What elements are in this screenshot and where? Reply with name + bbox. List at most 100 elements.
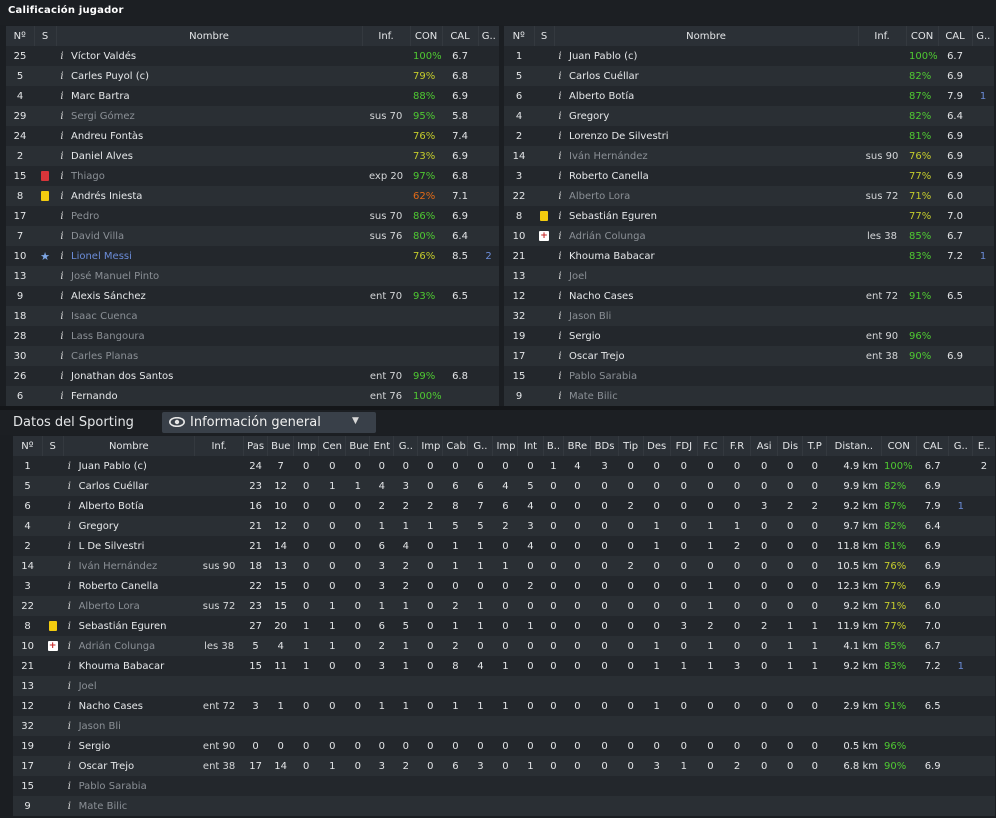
- player-row[interactable]: 4 i Marc Bartra 88% 6.9: [6, 86, 500, 106]
- player-row[interactable]: 32 i Jason Bli: [504, 306, 995, 326]
- stat-col-header[interactable]: BRe: [563, 436, 592, 456]
- info-icon[interactable]: i: [554, 226, 566, 246]
- player-row[interactable]: 5 i Carlos Cuéllar 82% 6.9: [504, 66, 995, 86]
- player-name[interactable]: David Villa: [68, 226, 362, 246]
- info-icon[interactable]: i: [554, 126, 566, 146]
- stat-col-header[interactable]: F.C: [697, 436, 724, 456]
- player-name[interactable]: Pedro: [68, 206, 362, 226]
- player-row[interactable]: 13 i José Manuel Pinto: [6, 266, 500, 286]
- stats-row[interactable]: 8 i Sebastián Eguren 27 20 1 1 0 6 5 0 1 1 0 1 0 0 0 0 0 3 2 0…: [13, 616, 995, 636]
- stat-col-header[interactable]: Bue: [345, 436, 371, 456]
- col-header-con[interactable]: CON: [410, 26, 443, 46]
- stats-row[interactable]: 2 iL De Silvestri 21 14 0 0 0 6 4 0 1 1 0 4 0 0 0 0 1 0 1 2 0 0…: [13, 536, 995, 556]
- player-row[interactable]: 17 i Oscar Trejo ent 38 90% 6.9: [504, 346, 995, 366]
- player-name[interactable]: Alberto Botía: [76, 496, 195, 516]
- info-icon[interactable]: i: [56, 286, 68, 306]
- player-row[interactable]: 15 i Pablo Sarabia: [504, 366, 995, 386]
- col-header-status[interactable]: S: [534, 26, 555, 46]
- info-icon[interactable]: i: [554, 146, 566, 166]
- stats-row[interactable]: 15 i Pablo Sarabia: [13, 776, 995, 796]
- stat-col-header[interactable]: T.P: [802, 436, 828, 456]
- player-name[interactable]: Adrián Colunga: [566, 226, 858, 246]
- player-name[interactable]: Sebastián Eguren: [76, 616, 195, 636]
- stat-col-header[interactable]: Cab: [442, 436, 469, 456]
- info-icon[interactable]: i: [56, 46, 68, 66]
- info-icon[interactable]: i: [554, 206, 566, 226]
- stats-row[interactable]: 12 i Nacho Cases ent 72 3 1 0 0 0 1 1 0 1 1 1 0 0 0 0 0 1 0 0 0…: [13, 696, 995, 716]
- player-name[interactable]: Roberto Canella: [76, 576, 195, 596]
- info-icon[interactable]: i: [56, 146, 68, 166]
- player-name[interactable]: Jason Bli: [76, 716, 195, 736]
- stat-col-header[interactable]: Int: [517, 436, 544, 456]
- player-name[interactable]: Juan Pablo (c): [566, 46, 858, 66]
- player-row[interactable]: 1 i Juan Pablo (c) 100% 6.7: [504, 46, 995, 66]
- player-name[interactable]: Gregory: [76, 516, 195, 536]
- player-name[interactable]: Thiago: [68, 166, 362, 186]
- stat-col-header[interactable]: Tip: [618, 436, 644, 456]
- player-name[interactable]: Pablo Sarabia: [566, 366, 858, 386]
- info-icon[interactable]: i: [554, 326, 566, 346]
- stats-row[interactable]: 9 i Mate Bilic: [13, 796, 995, 816]
- info-icon[interactable]: i: [554, 346, 566, 366]
- player-row[interactable]: 9 i Mate Bilic: [504, 386, 995, 406]
- view-dropdown[interactable]: Información general ▼: [162, 412, 376, 433]
- col-header-inf[interactable]: Inf.: [858, 26, 907, 46]
- player-name[interactable]: Carlos Cuéllar: [566, 66, 858, 86]
- player-row[interactable]: 6 i Alberto Botía 87% 7.9 1: [504, 86, 995, 106]
- player-name[interactable]: Mate Bilic: [566, 386, 858, 406]
- stat-col-header[interactable]: F.R: [723, 436, 752, 456]
- player-name[interactable]: Gregory: [566, 106, 858, 126]
- stats-row[interactable]: 4 i Gregory 21 12 0 0 0 1 1 1 5 5 2 3 0 0 0 0 1 0 1 1 0 0 0 9.7 km…: [13, 516, 995, 536]
- player-name[interactable]: Alberto Lora: [76, 596, 195, 616]
- info-icon[interactable]: i: [63, 756, 76, 776]
- player-row[interactable]: 10 ★ i Lionel Messi 76% 8.5 2: [6, 246, 500, 266]
- player-name[interactable]: Iván Hernández: [76, 556, 195, 576]
- player-row[interactable]: 7 i David Villa sus 76 80% 6.4: [6, 226, 500, 246]
- player-name[interactable]: Alexis Sánchez: [68, 286, 362, 306]
- player-name[interactable]: L De Silvestri: [76, 536, 195, 556]
- player-name[interactable]: Andreu Fontàs: [68, 126, 362, 146]
- info-icon[interactable]: i: [56, 346, 68, 366]
- player-name[interactable]: Sergio: [76, 736, 195, 756]
- info-icon[interactable]: i: [554, 166, 566, 186]
- player-row[interactable]: 28 i Lass Bangoura: [6, 326, 500, 346]
- player-name[interactable]: Víctor Valdés: [68, 46, 362, 66]
- col-header-goals[interactable]: G..: [972, 26, 994, 46]
- stat-col-header[interactable]: Nº: [13, 436, 43, 456]
- info-icon[interactable]: i: [554, 266, 566, 286]
- stat-col-header[interactable]: Des: [643, 436, 671, 456]
- info-icon[interactable]: i: [63, 676, 76, 696]
- stats-row[interactable]: 6 i Alberto Botía 16 10 0 0 0 2 2 2 8 7 6 4 0 0 0 2 0 0 0 0 3 2 2…: [13, 496, 995, 516]
- player-row[interactable]: 29 i Sergi Gómez sus 70 95% 5.8: [6, 106, 500, 126]
- player-row[interactable]: 22 i Alberto Lora sus 72 71% 6.0: [504, 186, 995, 206]
- stat-col-header[interactable]: BDs: [590, 436, 619, 456]
- player-name[interactable]: Sebastián Eguren: [566, 206, 858, 226]
- player-row[interactable]: 19 i Sergio ent 90 96%: [504, 326, 995, 346]
- info-icon[interactable]: i: [56, 126, 68, 146]
- info-icon[interactable]: i: [63, 696, 76, 716]
- player-name[interactable]: Joel: [76, 676, 195, 696]
- stats-row[interactable]: 3 i Roberto Canella 22 15 0 0 0 3 2 0 0 0 0 2 0 0 0 0 0 0 1 0 0…: [13, 576, 995, 596]
- info-icon[interactable]: i: [56, 226, 68, 246]
- player-name[interactable]: Nacho Cases: [76, 696, 195, 716]
- player-name[interactable]: Fernando: [68, 386, 362, 406]
- player-name[interactable]: Mate Bilic: [76, 796, 195, 816]
- stat-col-header[interactable]: Bue: [267, 436, 295, 456]
- player-name[interactable]: Alberto Lora: [566, 186, 858, 206]
- col-header-con[interactable]: CON: [906, 26, 939, 46]
- info-icon[interactable]: i: [56, 66, 68, 86]
- info-icon[interactable]: i: [63, 796, 76, 816]
- col-header-num[interactable]: Nº: [6, 26, 35, 46]
- player-row[interactable]: 18 i Isaac Cuenca: [6, 306, 500, 326]
- col-header-inf[interactable]: Inf.: [362, 26, 411, 46]
- player-row[interactable]: 8 i Andrés Iniesta 62% 7.1: [6, 186, 500, 206]
- stat-col-header[interactable]: Nombre: [63, 436, 196, 456]
- col-header-status[interactable]: S: [34, 26, 57, 46]
- info-icon[interactable]: i: [63, 656, 76, 676]
- player-row[interactable]: 25 i Víctor Valdés 100% 6.7: [6, 46, 500, 66]
- player-row[interactable]: 12 i Nacho Cases ent 72 91% 6.5: [504, 286, 995, 306]
- player-row[interactable]: 6 i Fernando ent 76 100%: [6, 386, 500, 406]
- player-name[interactable]: Pablo Sarabia: [76, 776, 195, 796]
- player-row[interactable]: 26 i Jonathan dos Santos ent 70 99% 6.8: [6, 366, 500, 386]
- info-icon[interactable]: i: [56, 186, 68, 206]
